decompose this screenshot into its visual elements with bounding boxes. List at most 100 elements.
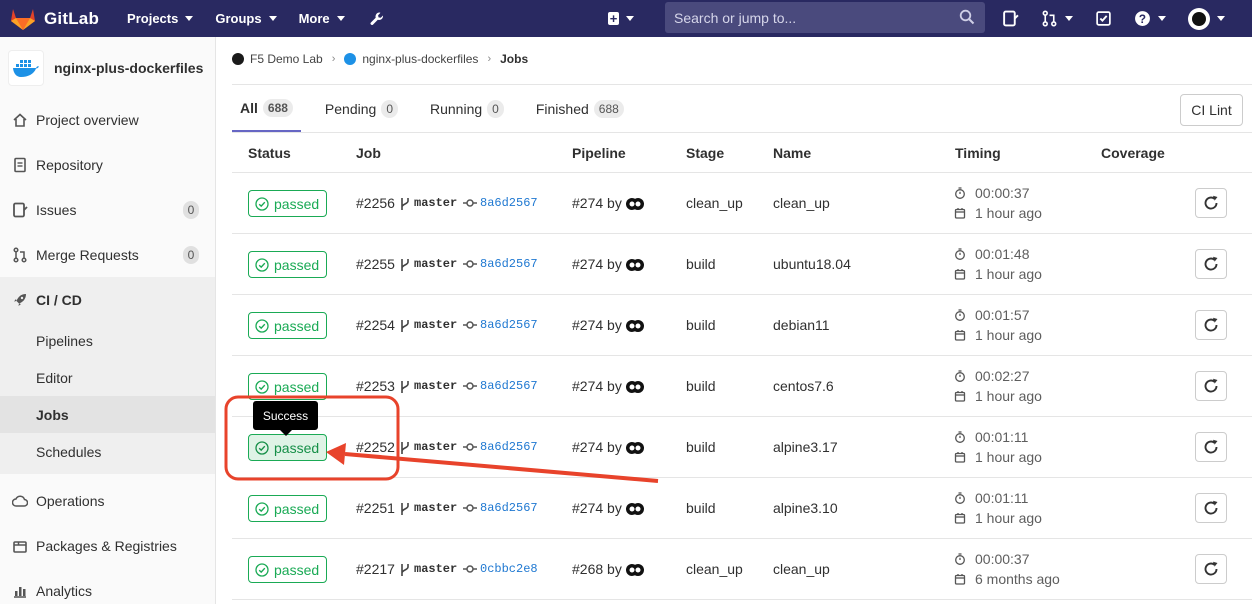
breadcrumb-project[interactable]: nginx-plus-dockerfiles — [362, 52, 478, 66]
retry-button[interactable] — [1195, 310, 1227, 340]
sidebar-item-repository[interactable]: Repository — [0, 142, 215, 187]
avatar[interactable] — [625, 194, 645, 214]
job-stage: clean_up — [686, 195, 743, 211]
status-badge[interactable]: passed — [248, 251, 328, 278]
new-dropdown-button[interactable]: + — [608, 9, 634, 29]
sidebar-item-packages[interactable]: Packages & Registries — [0, 523, 215, 568]
job-id-link[interactable]: #2252 — [356, 439, 395, 455]
sidebar-item-label: Operations — [36, 492, 105, 509]
sidebar-item-cicd[interactable]: CI / CD — [0, 277, 215, 322]
search-box[interactable] — [665, 2, 985, 33]
job-name: centos7.6 — [773, 378, 834, 394]
pipeline-link[interactable]: #274 by — [572, 256, 622, 272]
branch-link[interactable]: master — [414, 501, 457, 515]
pipeline-link[interactable]: #274 by — [572, 378, 622, 394]
branch-link[interactable]: master — [414, 562, 457, 576]
tab-all[interactable]: All 688 — [232, 86, 301, 132]
tab-pending[interactable]: Pending 0 — [317, 86, 406, 132]
status-badge[interactable]: passed — [248, 190, 328, 217]
jobs-table-header: Status Job Pipeline Stage Name Timing Co… — [232, 133, 1252, 173]
job-name: clean_up — [773, 195, 830, 211]
commit-sha-link[interactable]: 8a6d2567 — [480, 257, 538, 271]
pipeline-link[interactable]: #268 by — [572, 561, 622, 577]
admin-wrench-icon[interactable] — [369, 11, 385, 27]
sidebar-item-merge-requests[interactable]: Merge Requests 0 — [0, 232, 215, 277]
avatar[interactable] — [625, 560, 645, 580]
branch-icon — [401, 564, 409, 576]
branch-link[interactable]: master — [414, 257, 457, 271]
sidebar-subitem-jobs[interactable]: Jobs — [0, 396, 215, 433]
job-duration: 00:00:37 — [954, 185, 1030, 201]
breadcrumb-current[interactable]: Jobs — [500, 52, 528, 66]
sidebar-item-analytics[interactable]: Analytics — [0, 568, 215, 613]
nav-projects[interactable]: Projects — [127, 11, 194, 26]
check-circle-icon — [255, 257, 269, 272]
retry-button[interactable] — [1195, 188, 1227, 218]
retry-button[interactable] — [1195, 432, 1227, 462]
branch-link[interactable]: master — [414, 318, 457, 332]
nav-more[interactable]: More — [299, 11, 345, 26]
todos-nav-icon[interactable] — [1095, 10, 1112, 27]
pipeline-link[interactable]: #274 by — [572, 195, 622, 211]
user-menu[interactable] — [1188, 7, 1225, 30]
sidebar-item-operations[interactable]: Operations — [0, 478, 215, 523]
tab-finished[interactable]: Finished 688 — [528, 86, 632, 132]
sidebar-project-header[interactable]: nginx-plus-dockerfiles — [0, 37, 215, 99]
commit-sha-link[interactable]: 8a6d2567 — [480, 318, 538, 332]
top-navbar: GitLab Projects Groups More + Search or … — [0, 0, 1252, 37]
calendar-icon — [954, 269, 966, 280]
avatar[interactable] — [625, 499, 645, 519]
pipeline-link[interactable]: #274 by — [572, 439, 622, 455]
job-id-link[interactable]: #2253 — [356, 378, 395, 394]
branch-link[interactable]: master — [414, 440, 457, 454]
job-id-link[interactable]: #2217 — [356, 561, 395, 577]
help-nav-icon[interactable]: ? — [1134, 10, 1166, 27]
job-id-link[interactable]: #2251 — [356, 500, 395, 516]
commit-sha-link[interactable]: 8a6d2567 — [480, 379, 538, 393]
gitlab-logo[interactable]: GitLab — [10, 0, 99, 37]
commit-sha-link[interactable]: 8a6d2567 — [480, 196, 538, 210]
tab-running[interactable]: Running 0 — [422, 86, 512, 132]
retry-button[interactable] — [1195, 371, 1227, 401]
branch-link[interactable]: master — [414, 196, 457, 210]
nav-more-label: More — [298, 11, 330, 26]
ci-lint-button[interactable]: CI Lint — [1180, 94, 1243, 126]
commit-sha-link[interactable]: 8a6d2567 — [480, 501, 538, 515]
status-badge[interactable]: passed — [248, 495, 328, 522]
sidebar-subitem-schedules[interactable]: Schedules — [0, 433, 215, 470]
sidebar-item-project-overview[interactable]: Project overview — [0, 97, 215, 142]
retry-button[interactable] — [1195, 249, 1227, 279]
search-input[interactable] — [674, 9, 944, 26]
commit-sha-link[interactable]: 0cbbc2e8 — [480, 562, 538, 576]
merge-requests-nav-icon[interactable] — [1041, 10, 1073, 27]
retry-button[interactable] — [1195, 493, 1227, 523]
avatar[interactable] — [625, 438, 645, 458]
status-badge[interactable]: passed — [248, 556, 328, 583]
search-icon — [959, 9, 975, 25]
job-id-link[interactable]: #2256 — [356, 195, 395, 211]
breadcrumb-group[interactable]: F5 Demo Lab — [250, 52, 323, 66]
branch-icon — [401, 381, 409, 393]
job-id-link[interactable]: #2255 — [356, 256, 395, 272]
pipeline-link[interactable]: #274 by — [572, 500, 622, 516]
nav-groups[interactable]: Groups — [215, 11, 277, 26]
avatar[interactable] — [625, 377, 645, 397]
pipeline-link[interactable]: #274 by — [572, 317, 622, 333]
tab-label: Running — [430, 101, 483, 117]
chevron-down-icon — [1217, 16, 1225, 21]
group-avatar-icon — [232, 53, 244, 65]
branch-link[interactable]: master — [414, 379, 457, 393]
issues-nav-icon[interactable] — [1002, 10, 1019, 27]
avatar[interactable] — [625, 316, 645, 336]
status-badge[interactable]: passed — [248, 434, 328, 461]
avatar[interactable] — [625, 255, 645, 275]
sidebar-item-issues[interactable]: Issues 0 — [0, 187, 215, 232]
status-badge[interactable]: passed — [248, 312, 328, 339]
job-stage: build — [686, 317, 716, 333]
sidebar-subitem-pipelines[interactable]: Pipelines — [0, 322, 215, 359]
sidebar-subitem-editor[interactable]: Editor — [0, 359, 215, 396]
commit-sha-link[interactable]: 8a6d2567 — [480, 440, 538, 454]
retry-button[interactable] — [1195, 554, 1227, 584]
job-id-link[interactable]: #2254 — [356, 317, 395, 333]
status-badge[interactable]: passed — [248, 373, 328, 400]
